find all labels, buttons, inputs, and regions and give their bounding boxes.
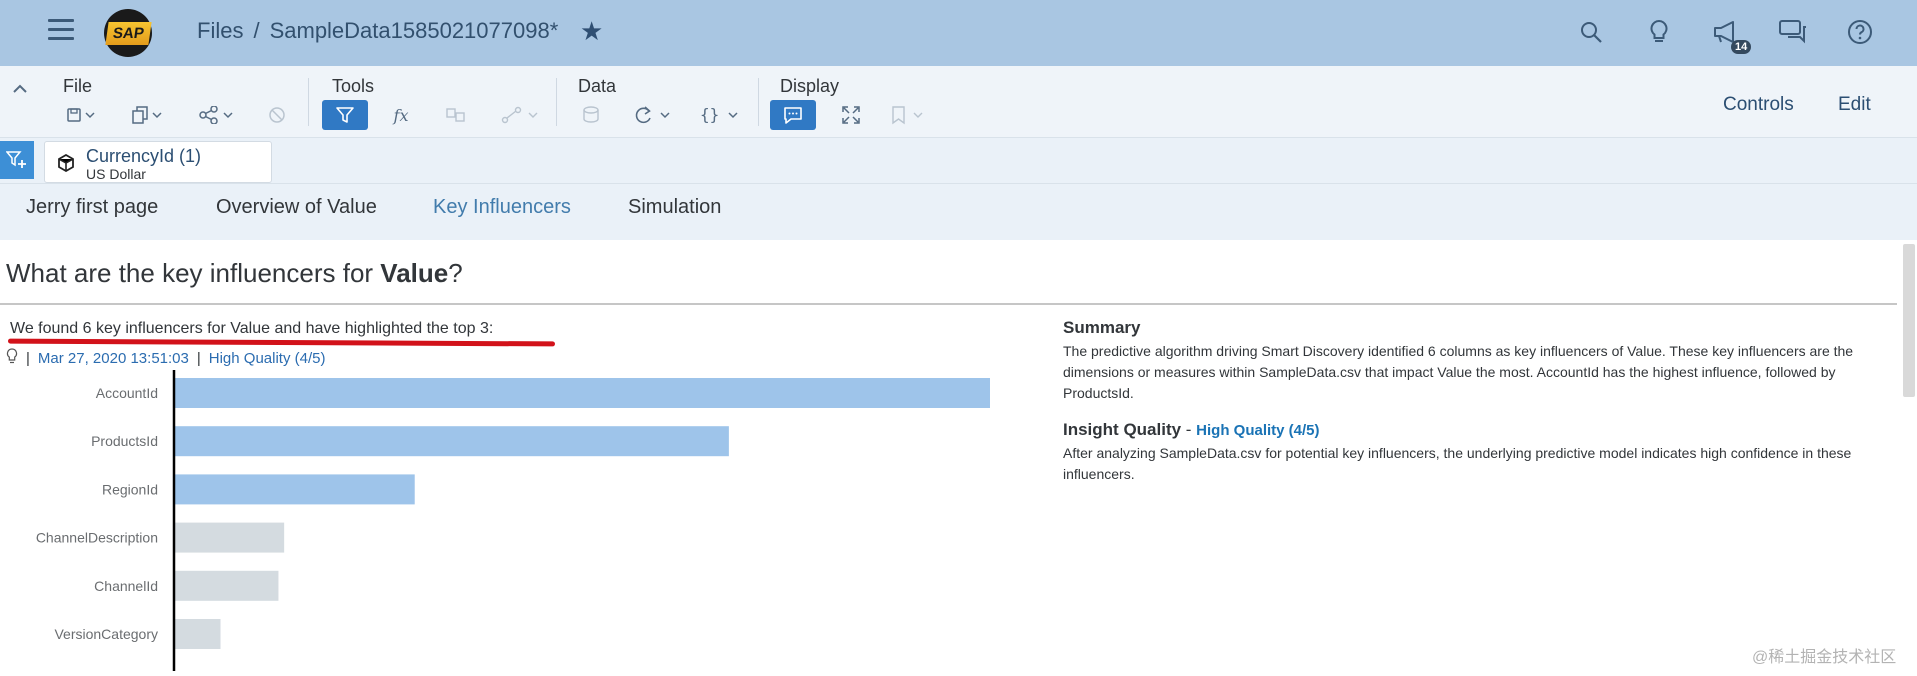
help-icon[interactable] — [1845, 17, 1875, 47]
influencer-bar[interactable] — [174, 426, 729, 457]
breadcrumb: Files / SampleData1585021077098* — [197, 18, 558, 44]
summary-title: Summary — [1063, 318, 1141, 337]
headline-prefix: What are the key influencers for — [6, 258, 381, 288]
tab-key-influencers[interactable]: Key Influencers — [433, 196, 571, 219]
variables-braces-icon[interactable]: {} — [698, 100, 744, 130]
refresh-icon[interactable] — [630, 100, 676, 130]
tab-simulation[interactable]: Simulation — [628, 196, 721, 219]
fullscreen-icon[interactable] — [836, 100, 866, 130]
insight-quality-text: After analyzing SampleData.csv for poten… — [1063, 445, 1852, 482]
filter-icon[interactable] — [322, 100, 368, 130]
toolbar-separator — [556, 78, 557, 126]
feedback-chat-icon[interactable] — [1778, 17, 1808, 47]
page-title: What are the key influencers for Value? — [6, 258, 463, 289]
filter-token-currencyid[interactable]: CurrencyId (1) US Dollar — [44, 141, 272, 183]
breadcrumb-separator: / — [253, 18, 260, 43]
tab-jerry-first-page[interactable]: Jerry first page — [26, 196, 158, 219]
headline-measure: Value — [380, 258, 449, 288]
vertical-scrollbar[interactable] — [1900, 240, 1917, 671]
edit-button[interactable]: Edit — [1838, 94, 1871, 116]
insight-quality-title: Insight Quality — [1063, 420, 1182, 439]
influencer-bar[interactable] — [174, 474, 415, 505]
insight-quality-heading: Insight Quality - High Quality (4/5) — [1063, 420, 1883, 440]
category-label: ChannelDescription — [36, 530, 158, 546]
filter-token-title: CurrencyId (1) — [86, 146, 202, 166]
sap-logo[interactable]: SAP — [104, 9, 152, 57]
toolbar-separator — [308, 78, 309, 126]
toolbar-group-tools: Tools — [332, 76, 375, 96]
breadcrumb-files[interactable]: Files — [197, 18, 243, 43]
link-disabled-icon — [498, 100, 544, 130]
svg-text:{}: {} — [700, 105, 719, 124]
category-label: ChannelId — [94, 578, 158, 594]
category-label: AccountId — [96, 385, 158, 401]
section-divider — [0, 303, 1897, 305]
data-source-disabled-icon — [578, 100, 606, 130]
save-icon[interactable] — [62, 100, 102, 130]
logo-text: SAP — [104, 21, 152, 45]
share-icon[interactable] — [196, 100, 238, 130]
category-label: VersionCategory — [54, 626, 158, 642]
dimension-cube-icon — [57, 153, 75, 177]
influencer-bar[interactable] — [174, 570, 279, 601]
summary-panel: Summary The predictive algorithm driving… — [1063, 318, 1883, 485]
document-title: SampleData1585021077098* — [269, 18, 559, 43]
filter-bar: CurrencyId (1) US Dollar — [0, 138, 1917, 184]
category-label: ProductsId — [91, 433, 158, 449]
toolbar: File Tools fx Data {} Display Controls E… — [0, 66, 1917, 138]
toolbar-separator — [758, 78, 759, 126]
insight-timestamp: Mar 27, 2020 13:51:03 — [37, 349, 189, 367]
key-influencers-chart: AccountId ProductsId RegionId ChannelDescri… — [0, 370, 1020, 671]
add-filter-icon[interactable] — [0, 141, 34, 179]
toolbar-group-display: Display — [780, 76, 840, 96]
insight-quality-value[interactable]: High Quality (4/5) — [1196, 422, 1319, 439]
controls-button[interactable]: Controls — [1723, 94, 1794, 116]
formula-fx-icon[interactable]: fx — [386, 100, 416, 130]
copy-icon[interactable] — [128, 100, 168, 130]
insight-meta: | Mar 27, 2020 13:51:03 | High Quality (… — [6, 348, 325, 368]
toolbar-group-file: File — [63, 76, 93, 96]
tab-overview-of-value[interactable]: Overview of Value — [216, 196, 377, 219]
bookmark-disabled-icon — [888, 100, 928, 130]
search-icon[interactable] — [1576, 17, 1606, 47]
insight-lightbulb-icon[interactable] — [6, 348, 18, 368]
bar-chart-svg: AccountId ProductsId RegionId ChannelDescri… — [36, 370, 990, 671]
scrollbar-thumb[interactable] — [1903, 244, 1915, 397]
meta-divider: | — [196, 349, 201, 367]
model-disabled-icon — [441, 100, 471, 130]
summary-text: The predictive algorithm driving Smart D… — [1063, 343, 1854, 401]
notification-badge: 14 — [1731, 40, 1752, 54]
insight-quality-link[interactable]: High Quality (4/5) — [209, 350, 326, 367]
comment-icon[interactable] — [770, 100, 816, 130]
meta-divider: | — [26, 349, 30, 367]
publish-disabled-icon — [264, 100, 290, 130]
lightbulb-icon[interactable] — [1644, 17, 1674, 47]
collapse-toolbar-chevron-icon[interactable] — [12, 78, 28, 99]
favorite-star-icon[interactable]: ★ — [580, 16, 603, 47]
influencer-bar[interactable] — [174, 378, 990, 408]
category-label: RegionId — [102, 481, 158, 497]
shell-bar: SAP Files / SampleData1585021077098* ★ 14 — [0, 0, 1917, 66]
influencers-found-text: We found 6 key influencers for Value and… — [10, 320, 494, 337]
watermark: @稀土掘金技术社区 — [1752, 649, 1897, 666]
influencer-bar[interactable] — [174, 619, 221, 649]
filter-token-value: US Dollar — [86, 166, 146, 182]
menu-icon[interactable] — [48, 19, 74, 41]
influencer-bar[interactable] — [174, 522, 285, 553]
toolbar-group-data: Data — [578, 76, 617, 96]
page-tabs: Jerry first page Overview of Value Key I… — [0, 184, 1917, 240]
headline-suffix: ? — [448, 258, 463, 288]
insight-quality-separator: - — [1181, 420, 1197, 439]
